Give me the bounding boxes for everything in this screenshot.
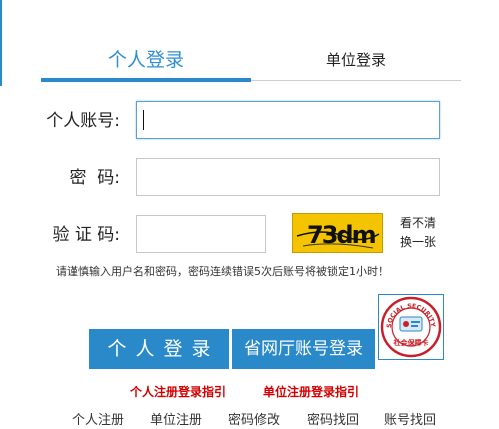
lockout-notice: 请谨慎输入用户名和密码，密码连续错误5次后账号将被锁定1小时！ (56, 265, 389, 278)
password-input[interactable] (136, 158, 440, 196)
province-account-login-button[interactable]: 省网厅账号登录 (232, 329, 375, 369)
tab-personal-login[interactable]: 个人登录 (41, 38, 251, 80)
bottom-links: 个人注册 单位注册 密码修改 密码找回 账号找回 (64, 409, 454, 428)
seal-bottom-text: 社会保障卡 (393, 338, 429, 347)
left-accent-rule (0, 0, 2, 86)
unit-register-link[interactable]: 单位注册 (150, 409, 202, 428)
captcha-refresh-line1: 看不清 (400, 216, 437, 230)
unit-registration-guide-link[interactable]: 单位注册登录指引 (263, 383, 359, 400)
captcha-graphic: 73dm (296, 221, 380, 249)
password-label: 密 码: (69, 168, 120, 188)
account-input[interactable] (136, 101, 440, 139)
account-recovery-link[interactable]: 账号找回 (384, 409, 436, 428)
captcha-refresh-line2: 换一张 (400, 235, 437, 249)
password-recovery-link[interactable]: 密码找回 (307, 409, 359, 428)
login-page: 个人登录 单位登录 个人账号: 密 码: 验 证 码: 73dm 看不清 换一张… (0, 0, 499, 429)
social-security-card-seal: SOCIAL SECURITY CARD 社会保障卡 (376, 290, 444, 360)
login-tabs: 个人登录 单位登录 (41, 38, 461, 82)
tab-unit-login[interactable]: 单位登录 (251, 38, 461, 80)
text-caret (143, 110, 144, 130)
personal-register-link[interactable]: 个人注册 (72, 409, 124, 428)
personal-login-button[interactable]: 个人登录 (89, 329, 229, 369)
captcha-refresh-link[interactable]: 看不清 换一张 (400, 214, 444, 252)
active-tab-indicator (41, 78, 251, 82)
password-change-link[interactable]: 密码修改 (228, 409, 280, 428)
seal-icon: SOCIAL SECURITY CARD 社会保障卡 (376, 290, 442, 358)
captcha-input[interactable] (136, 215, 266, 253)
captcha-image[interactable]: 73dm (292, 213, 383, 253)
personal-registration-guide-link[interactable]: 个人注册登录指引 (130, 383, 226, 400)
account-label: 个人账号: (46, 111, 120, 131)
captcha-label: 验 证 码: (52, 225, 120, 245)
